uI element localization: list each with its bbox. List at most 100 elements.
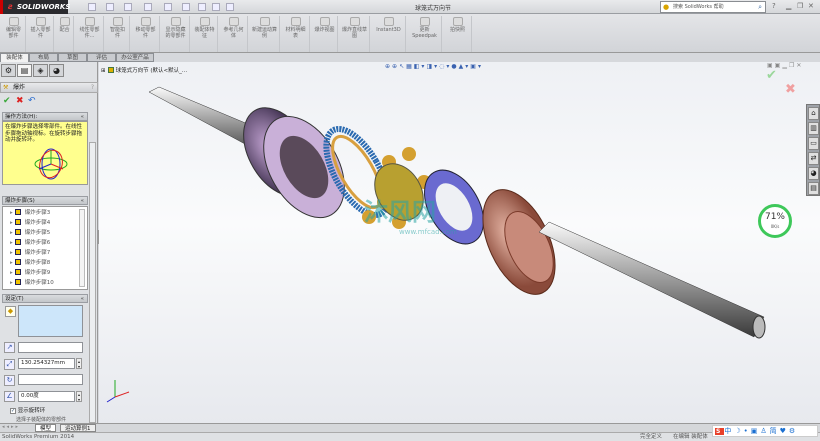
ribbon-button[interactable]: 拍快照 — [444, 16, 472, 52]
design-library-icon[interactable]: ▥ — [808, 122, 819, 135]
open-icon[interactable] — [106, 3, 114, 11]
help-button[interactable]: ? — [91, 83, 94, 92]
file-properties-icon[interactable] — [212, 3, 220, 11]
tab-model[interactable]: 模型 — [35, 424, 57, 432]
ime-language[interactable]: 中 — [724, 427, 734, 435]
ribbon-button[interactable]: 爆炸视图 — [312, 16, 338, 52]
save-icon[interactable] — [124, 3, 132, 11]
triad-axes — [106, 380, 130, 403]
rebuild-icon[interactable] — [198, 3, 206, 11]
tab-office-products[interactable]: 办公室产品 — [116, 53, 154, 62]
truncated-option-text: 选择子装配体的零部件 — [16, 417, 67, 422]
rotation-axis-input[interactable] — [18, 374, 83, 385]
ribbon-button[interactable]: 新建运动算例 — [250, 16, 280, 52]
file-explorer-icon[interactable]: ▭ — [808, 137, 819, 150]
panel-scrollbar[interactable] — [89, 142, 96, 423]
solidworks-logo[interactable]: ƨ SOLIDWORKS — [0, 0, 70, 14]
ribbon-button[interactable]: 智能扣件 — [106, 16, 130, 52]
svg-text:沐风网: 沐风网 — [364, 198, 436, 226]
ribbon-button[interactable]: 插入零部件 — [28, 16, 54, 52]
list-item[interactable]: ▸ 爆炸步骤5 — [10, 229, 50, 237]
help-search-input[interactable]: ● 搜索 SolidWorks 帮助 ⌕ — [660, 1, 766, 13]
distance-input[interactable]: 130.254327mm — [18, 358, 75, 369]
ribbon-button[interactable]: 线性零部件... — [76, 16, 104, 52]
ribbon-button[interactable]: 编辑零部件 — [2, 16, 26, 52]
ribbon-button[interactable]: 更新Speedpak — [408, 16, 442, 52]
list-item[interactable]: ▸ 爆炸步骤10 — [10, 279, 54, 287]
config-manager-tab-icon[interactable]: ◈ — [33, 64, 48, 77]
minimize-icon[interactable]: ▁ — [786, 2, 791, 10]
tab-motion-study[interactable]: 运动算例1 — [60, 424, 96, 432]
settings-header[interactable]: 设定(T) « — [2, 294, 88, 303]
ribbon-button-label: Instant3D — [376, 27, 401, 33]
ribbon-button[interactable]: 爆炸直线草图 — [340, 16, 370, 52]
direction-input[interactable] — [18, 342, 83, 353]
list-item[interactable]: ▸ 爆炸步骤8 — [10, 259, 50, 267]
tab-sketch[interactable]: 草图 — [58, 53, 87, 62]
print-icon[interactable] — [144, 3, 152, 11]
list-item[interactable]: ▸ 爆炸步骤6 — [10, 239, 50, 247]
close-icon[interactable]: ✕ — [808, 2, 814, 10]
list-item[interactable]: ▸ 爆炸步骤7 — [10, 249, 50, 257]
angle-input[interactable]: 0.00度 — [18, 391, 75, 402]
network-speed-gauge[interactable]: 71% 0K/s — [758, 204, 792, 238]
ribbon-button[interactable]: 装配体特征 — [192, 16, 218, 52]
custom-properties-icon[interactable]: ▤ — [808, 182, 819, 195]
tab-scroll-arrows[interactable]: ◂◂▸▸ — [2, 424, 20, 430]
new-icon[interactable] — [88, 3, 96, 11]
ribbon-button[interactable]: 移动零部件 — [132, 16, 160, 52]
assembly-model[interactable]: 沐风网 www.mfcad.com — [99, 62, 820, 423]
components-selection-box[interactable] — [18, 305, 83, 337]
property-manager-tab-icon[interactable]: ▤ — [17, 64, 32, 77]
command-tabs: 装配体 布局 草图 评估 办公室产品 — [0, 53, 155, 62]
appearances-icon[interactable]: ◕ — [808, 167, 819, 180]
restore-icon[interactable]: ❐ — [797, 2, 803, 10]
help-icon[interactable]: ? — [772, 2, 776, 10]
ok-button[interactable]: ✔ — [3, 96, 11, 106]
svg-text:www.mfcad.com: www.mfcad.com — [399, 228, 457, 236]
graphics-area[interactable]: ⊞ 球笼式万向节 (默认<默认_... ⊕⊕↖▦◧▾◨▾◌▾●▲▾▣▾ ▣▣▁❐✕… — [99, 62, 820, 423]
ime-toolbar[interactable]: S中☽•▣♙简♥⚙ — [712, 425, 818, 437]
explode-steps-list[interactable]: ▸ 爆炸步骤3 ▸ 爆炸步骤4 ▸ 爆炸步骤5 ▸ 爆炸步骤6 ▸ 爆炸步骤7 ▸ 爆炸步骤… — [2, 206, 88, 290]
howto-header[interactable]: 操作方法(H): « — [2, 112, 88, 121]
display-manager-tab-icon[interactable]: ◕ — [49, 64, 64, 77]
tab-assembly[interactable]: 装配体 — [0, 53, 29, 62]
show-ring-checkbox[interactable]: ✓ 显示旋转环 — [10, 406, 45, 414]
ribbon-button[interactable]: 显示隐藏的零部件 — [162, 16, 190, 52]
undo-button[interactable]: ↶ — [28, 96, 36, 106]
ribbon-button[interactable]: Instant3D — [372, 16, 406, 52]
ribbon-tool-icon — [199, 17, 210, 26]
view-palette-icon[interactable]: ⇄ — [808, 152, 819, 165]
list-item[interactable]: ▸ 爆炸步骤3 — [10, 209, 50, 217]
cancel-button[interactable]: ✖ — [16, 96, 24, 106]
step-label: 爆炸步骤4 — [24, 220, 51, 226]
steps-scrollbar[interactable] — [79, 209, 85, 287]
list-item[interactable]: ▸ 爆炸步骤9 — [10, 269, 50, 277]
search-placeholder: 搜索 SolidWorks 帮助 — [673, 4, 724, 10]
distance-spinner[interactable]: ▴ ▾ — [76, 358, 82, 369]
rotation-axis-icon: ↻ — [4, 375, 15, 386]
definition-state: 完全定义 — [640, 434, 663, 440]
tab-evaluate[interactable]: 评估 — [87, 53, 116, 62]
tab-layout[interactable]: 布局 — [29, 53, 58, 62]
rotate-triad-icon — [34, 148, 68, 180]
solidworks-resources-icon[interactable]: ⌂ — [808, 107, 819, 120]
ribbon-button[interactable]: 配合 — [56, 16, 74, 52]
checkbox-icon[interactable]: ✓ — [10, 408, 16, 414]
collapse-icon[interactable]: « — [81, 295, 84, 303]
feature-tree-tab-icon[interactable]: ⚙ — [1, 64, 16, 77]
ribbon-button[interactable]: 材料明细表 — [282, 16, 310, 52]
list-item[interactable]: ▸ 爆炸步骤4 — [10, 219, 50, 227]
step-label: 爆炸步骤6 — [24, 240, 51, 246]
search-icon[interactable]: ⌕ — [758, 2, 762, 12]
ribbon-button[interactable]: 参考几何体 — [220, 16, 248, 52]
collapse-icon[interactable]: « — [81, 197, 84, 205]
undo-icon[interactable] — [164, 3, 172, 11]
howto-title: 操作方法(H): — [5, 114, 38, 120]
options-icon[interactable] — [226, 3, 234, 11]
select-icon[interactable] — [182, 3, 190, 11]
steps-header[interactable]: 爆炸步骤(S) « — [2, 196, 88, 205]
angle-spinner[interactable]: ▴ ▾ — [76, 391, 82, 402]
show-ring-label: 显示旋转环 — [17, 408, 46, 414]
collapse-icon[interactable]: « — [81, 113, 84, 121]
